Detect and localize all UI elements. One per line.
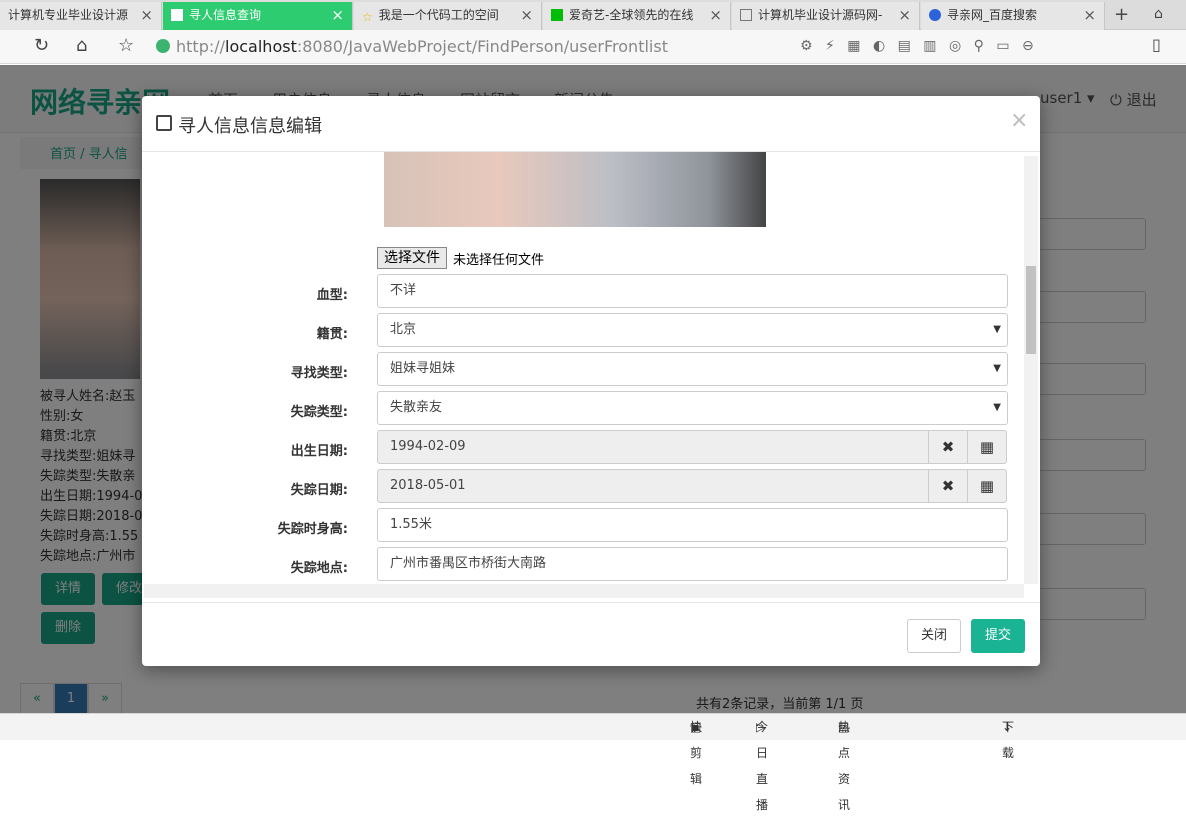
chevron-down-icon: ▼ <box>993 363 1001 374</box>
close-icon[interactable]: × <box>709 2 722 28</box>
seek-type-value: 姐妹寻姐妹 <box>390 361 456 376</box>
tab-3[interactable]: ☆ 我是一个代码工的空间 × <box>354 2 542 30</box>
scroll-thumb[interactable] <box>1026 266 1036 354</box>
menu-icon[interactable]: ▯ <box>1152 35 1161 54</box>
close-icon[interactable]: × <box>898 2 911 28</box>
lost-place-value: 广州市番禺区市桥街大南路 <box>390 556 547 571</box>
label-birth-date: 出生日期: <box>290 444 348 459</box>
chevron-down-icon: ▼ <box>993 402 1001 413</box>
birth-date-input[interactable]: 1994-02-09 <box>377 430 929 464</box>
status-label: 热点资讯 <box>838 720 851 812</box>
edit-icon <box>156 115 172 131</box>
close-icon[interactable]: × <box>331 2 344 28</box>
star-icon: ☆ <box>362 10 373 24</box>
reload-icon[interactable]: ↻ <box>34 35 49 56</box>
baidu-icon <box>929 9 941 21</box>
lost-date-value: 2018-05-01 <box>390 478 466 493</box>
tab-label: 爱奇艺-全球领先的在线 <box>569 8 694 22</box>
edit-modal: 寻人信息信息编辑 × 选择文件 未选择任何文件 血型: 不详 籍贯: 北京 ▼ 寻… <box>142 96 1040 666</box>
url-prefix: http:// <box>176 37 226 56</box>
home-icon[interactable]: ⌂ <box>76 35 87 56</box>
vertical-scrollbar[interactable] <box>1024 156 1038 584</box>
blood-type-value: 不详 <box>390 283 417 298</box>
chevron-down-icon: ▼ <box>993 324 1001 335</box>
tab-label: 寻人信息查询 <box>189 8 262 22</box>
choose-file-button[interactable]: 选择文件 <box>377 247 447 269</box>
bookmark-star-icon[interactable]: ☆ <box>118 35 134 56</box>
close-icon[interactable]: × <box>1083 2 1096 28</box>
height-value: 1.55米 <box>390 517 432 532</box>
calendar-icon[interactable]: ▦ <box>967 430 1007 464</box>
lost-type-value: 失散亲友 <box>390 400 443 415</box>
lost-place-input[interactable]: 广州市番禺区市桥街大南路 <box>377 547 1008 581</box>
person-photo-preview <box>384 152 766 227</box>
horizontal-scrollbar[interactable] <box>144 584 1024 598</box>
browser-tab-bar: 计算机专业毕业设计源 × 寻人信息查询 × ☆ 我是一个代码工的空间 × 爱奇艺-全球领… <box>0 0 1186 30</box>
close-icon[interactable]: × <box>140 2 153 28</box>
new-tab-icon[interactable]: + <box>1114 4 1129 25</box>
iqiyi-icon <box>551 9 563 21</box>
tab-label: 计算机毕业设计源码网- <box>758 8 883 22</box>
tab-label: 寻亲网_百度搜索 <box>947 8 1038 22</box>
status-label: 今日直播 <box>756 720 769 812</box>
address-bar: ↻ ⌂ ☆ http://localhost:8080/JavaWebProje… <box>0 30 1186 64</box>
modal-header: 寻人信息信息编辑 × <box>142 96 1040 152</box>
extension-icons[interactable]: ⚙ ⚡ ▦ ◐ ▤ ▥ ◎ ⚲ ▭ ⊖ <box>800 38 1038 54</box>
tab-4[interactable]: 爱奇艺-全球领先的在线 × <box>543 2 731 30</box>
tab-1[interactable]: 计算机专业毕业设计源 × <box>0 2 162 30</box>
status-label: 下载 <box>1002 720 1015 760</box>
close-icon[interactable]: × <box>520 2 533 28</box>
height-input[interactable]: 1.55米 <box>377 508 1008 542</box>
tab-6[interactable]: 寻亲网_百度搜索 × <box>921 2 1105 30</box>
tab-label: 计算机专业毕业设计源 <box>8 8 129 22</box>
url-path: :8080/JavaWebProject/FindPerson/userFron… <box>296 37 668 56</box>
clear-date-icon[interactable]: ✖ <box>928 430 968 464</box>
url-input[interactable]: http://localhost:8080/JavaWebProject/Fin… <box>156 34 866 60</box>
seek-type-select[interactable]: 姐妹寻姐妹 ▼ <box>377 352 1008 386</box>
birth-date-value: 1994-02-09 <box>390 439 466 454</box>
calendar-icon[interactable]: ▦ <box>967 469 1007 503</box>
tab-2[interactable]: 寻人信息查询 × <box>163 2 353 30</box>
label-origin: 籍贯: <box>316 327 348 342</box>
modal-body: 选择文件 未选择任何文件 血型: 不详 籍贯: 北京 ▼ 寻找类型: 姐妹寻姐妹 ▼… <box>142 152 1040 602</box>
tab-5[interactable]: 计算机毕业设计源码网- × <box>732 2 920 30</box>
blood-type-input[interactable]: 不详 <box>377 274 1008 308</box>
tab-label: 我是一个代码工的空间 <box>378 8 499 22</box>
lost-date-input[interactable]: 2018-05-01 <box>377 469 929 503</box>
page-icon <box>171 9 183 21</box>
clear-date-icon[interactable]: ✖ <box>928 469 968 503</box>
label-seek-type: 寻找类型: <box>290 366 348 381</box>
modal-footer: 关闭 提交 <box>142 602 1040 666</box>
label-blood-type: 血型: <box>316 288 348 303</box>
label-height: 失踪时身高: <box>277 522 348 537</box>
label-lost-date: 失踪日期: <box>290 483 348 498</box>
modal-title: 寻人信息信息编辑 <box>178 116 322 137</box>
submit-button[interactable]: 提交 <box>971 619 1025 653</box>
close-button[interactable]: 关闭 <box>907 619 961 653</box>
browser-status-bar: ▣ 快剪辑 ▷ 今日直播 ▤ 热点资讯 ↓ 下载 <box>0 713 1186 812</box>
secure-icon <box>156 39 170 53</box>
file-status: 未选择任何文件 <box>453 253 545 268</box>
url-host: localhost <box>225 37 297 56</box>
origin-select[interactable]: 北京 ▼ <box>377 313 1008 347</box>
tab-menu-icon[interactable]: ⌂ <box>1154 6 1163 22</box>
page-icon <box>740 9 752 21</box>
label-lost-place: 失踪地点: <box>290 561 348 576</box>
origin-value: 北京 <box>390 322 417 337</box>
modal-close-icon[interactable]: × <box>1010 108 1028 133</box>
label-lost-type: 失踪类型: <box>290 405 348 420</box>
lost-type-select[interactable]: 失散亲友 ▼ <box>377 391 1008 425</box>
status-label: 快剪辑 <box>690 720 703 786</box>
